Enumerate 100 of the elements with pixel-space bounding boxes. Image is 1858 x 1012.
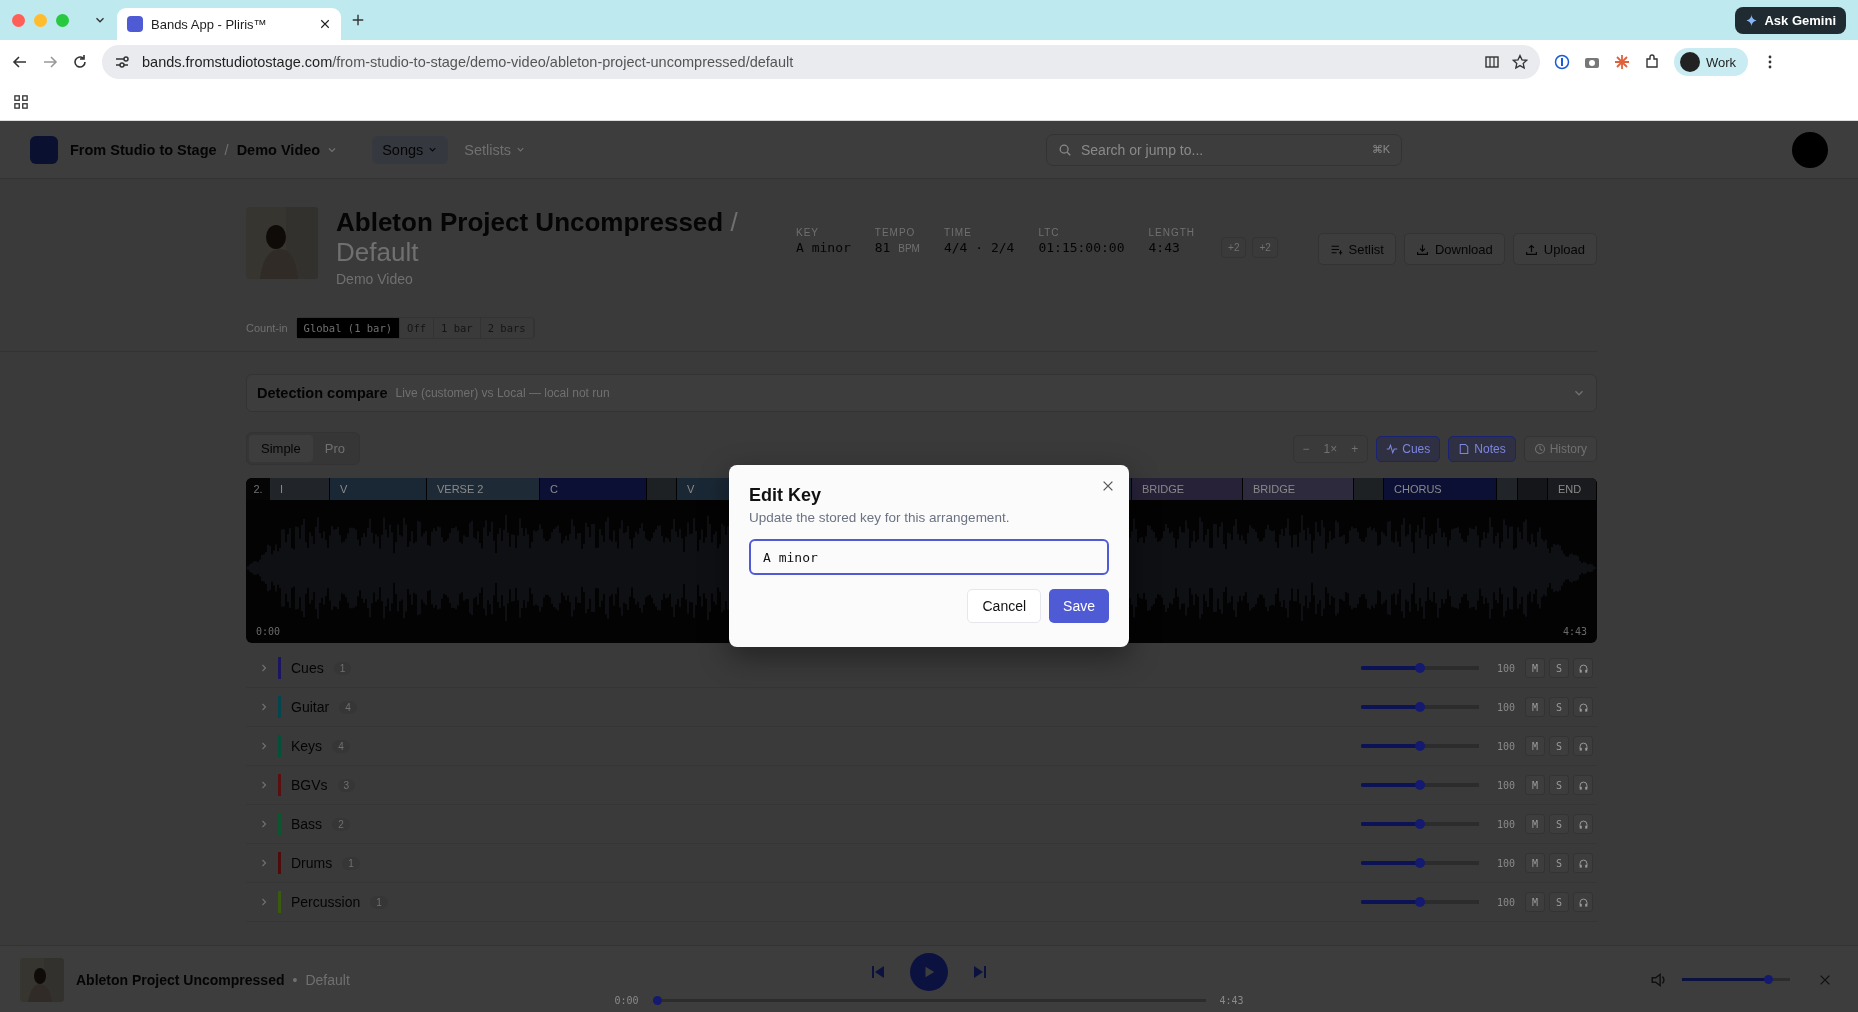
zoom-button[interactable] [56,13,69,27]
monitor-button[interactable] [1573,853,1593,873]
section-marker[interactable]: BRIDGE [1132,478,1243,500]
volume-thumb[interactable] [1414,780,1425,790]
mute-button[interactable]: M [1525,853,1545,873]
clock-icon [1533,442,1546,455]
back-icon[interactable] [12,54,28,70]
volume-icon[interactable] [1650,970,1668,989]
headphones-icon [1577,896,1589,908]
cancel-button[interactable]: Cancel [967,589,1042,623]
asterisk-extension-icon[interactable] [1614,54,1630,70]
play-button[interactable] [910,953,948,991]
save-button[interactable]: Save [1049,589,1109,623]
mute-button[interactable]: M [1525,736,1545,756]
upload-icon [1524,242,1538,256]
headphones-icon [1577,857,1589,869]
volume-value: 100 [1496,779,1515,791]
solo-button[interactable]: S [1549,697,1569,717]
next-button[interactable] [972,964,988,980]
mute-button[interactable]: M [1525,892,1545,912]
progress-bar[interactable] [652,996,1206,1005]
clip-count: 4 [332,739,350,753]
reload-icon[interactable] [72,54,88,70]
monitor-button[interactable] [1573,814,1593,834]
section-block[interactable] [1497,478,1518,500]
ask-gemini-button[interactable]: Ask Gemini [1735,6,1846,34]
view-mode-tab[interactable]: Pro [312,435,357,462]
section-marker[interactable]: C [540,478,647,500]
browser-tab[interactable]: Bands App - Pliris™ [117,8,341,40]
solo-button[interactable]: S [1549,853,1569,873]
toggle-button[interactable]: Cues [1376,435,1441,462]
avatar[interactable] [1792,131,1828,168]
solo-button[interactable]: S [1549,892,1569,912]
monitor-button[interactable] [1573,892,1593,912]
solo-button[interactable]: S [1549,775,1569,795]
section-marker[interactable]: I [270,478,330,500]
monitor-button[interactable] [1573,697,1593,717]
bookmark-star-icon[interactable] [1512,54,1528,70]
solo-button[interactable]: S [1549,814,1569,834]
new-tab-icon[interactable] [351,13,365,27]
solo-button[interactable]: S [1549,658,1569,678]
url-text: bands.fromstudiotostage.com/from-studio-to-stage/demo-video/ableton-project-uncompressed/default [142,54,794,70]
tab-title: Bands App - Pliris™ [151,16,268,32]
now-playing-title: Ableton Project Uncompressed [76,971,285,988]
monitor-button[interactable] [1573,736,1593,756]
toggle-button[interactable]: Notes [1448,435,1516,462]
start-time: 0:00 [256,626,281,637]
close-window-button[interactable] [12,13,25,27]
headphones-icon [1577,740,1589,752]
app-logo-icon[interactable] [30,135,58,164]
monitor-button[interactable] [1573,775,1593,795]
elapsed-time: 0:00 [614,995,639,1006]
mute-button[interactable]: M [1525,775,1545,795]
progress-thumb[interactable] [652,996,662,1005]
key-input-field[interactable]: A minor [749,539,1109,575]
mute-button[interactable]: M [1525,697,1545,717]
note-icon [1458,442,1471,455]
mute-button[interactable]: M [1525,658,1545,678]
section-block[interactable] [647,478,677,500]
site-settings-icon[interactable] [114,54,130,70]
volume-thumb[interactable] [1414,819,1425,829]
title-separator: / [730,207,738,237]
clip-count: 4 [339,700,357,714]
profile-button[interactable]: Work [1674,48,1749,76]
count-in-option[interactable]: Global (1 bar) [296,318,401,338]
section-block[interactable] [1518,478,1548,500]
section-marker[interactable]: BRIDGE [1243,478,1354,500]
total-time: 4:43 [1219,995,1244,1006]
zoom-in-button[interactable]: + [1346,441,1364,456]
volume-thumb[interactable] [1414,663,1425,673]
address-bar[interactable]: bands.fromstudiotostage.com/from-studio-to-stage/demo-video/ableton-project-uncompressed/default [102,45,1540,79]
section-marker[interactable]: END [1548,478,1597,500]
apps-grid-icon[interactable] [14,94,28,109]
volume-thumb[interactable] [1414,741,1425,751]
zoom-out-button[interactable]: − [1297,441,1315,456]
volume-thumb[interactable] [1414,702,1425,712]
mute-button[interactable]: M [1525,814,1545,834]
keyboard-shortcut: ⌘K [1371,142,1390,156]
volume-value: 100 [1496,818,1515,830]
solo-button[interactable]: S [1549,736,1569,756]
headphones-icon [1577,662,1589,674]
previous-button[interactable] [870,964,886,980]
download-icon [1415,242,1429,256]
volume-value: 100 [1496,701,1515,713]
section-marker[interactable]: CHORUS [1384,478,1497,500]
monitor-button[interactable] [1573,658,1593,678]
volume-thumb[interactable] [1414,897,1425,907]
search-icon [1058,142,1072,157]
volume-thumb[interactable] [1764,975,1774,984]
section-marker[interactable]: VERSE 2 [427,478,540,500]
minimize-button[interactable] [34,13,47,27]
volume-value: 100 [1496,857,1515,869]
close-tab-icon [319,18,331,30]
forward-icon[interactable] [42,54,58,70]
section-block[interactable] [1354,478,1384,500]
section-marker[interactable]: V [330,478,427,500]
password-extension-icon[interactable] [1554,54,1570,70]
reading-mode-icon[interactable] [1484,54,1500,70]
volume-thumb[interactable] [1414,858,1425,868]
extensions-icon[interactable] [1644,54,1660,70]
